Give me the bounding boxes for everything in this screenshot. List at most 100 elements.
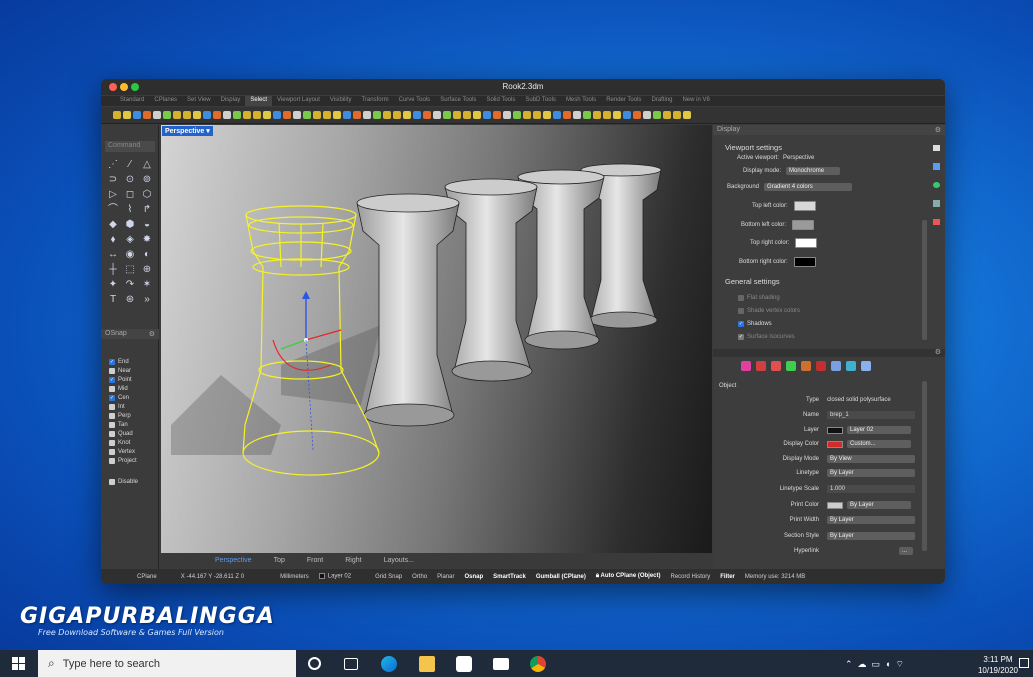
taskbar-search[interactable]: ⌕ Type here to search: [38, 650, 296, 677]
display-color-select[interactable]: Custom...: [847, 440, 911, 448]
osnap-item-int[interactable]: Int: [109, 402, 157, 411]
viewport-tab-right[interactable]: Right: [345, 557, 361, 564]
toolbar-tool-icon[interactable]: [673, 111, 681, 119]
windows-start-icon[interactable]: [12, 657, 25, 670]
toolbar-tool-icon[interactable]: [283, 111, 291, 119]
osnap-item-near[interactable]: Near: [109, 366, 157, 375]
toolbar-tool-icon[interactable]: [233, 111, 241, 119]
viewport-title-tab[interactable]: Perspective ▾: [162, 126, 213, 136]
top-right-color-swatch[interactable]: [795, 238, 818, 248]
osnap-checkbox[interactable]: [109, 412, 115, 419]
close-window-button[interactable]: [109, 83, 117, 91]
display-tab-icon[interactable]: [933, 163, 940, 170]
print-width-select[interactable]: By Layer: [827, 516, 915, 524]
property-page-icon[interactable]: [861, 361, 871, 371]
toolbar-tool-icon[interactable]: [583, 111, 591, 119]
shadows-checkbox[interactable]: ✓: [738, 321, 744, 327]
viewport-tab-perspective[interactable]: Perspective: [215, 557, 252, 564]
tab-transform[interactable]: Transform: [356, 96, 393, 106]
grid-snap-toggle[interactable]: Grid Snap: [375, 574, 402, 580]
system-tray-icons[interactable]: ⌃☁▭◖⌔: [845, 659, 909, 670]
record-history-toggle[interactable]: Record History: [671, 574, 711, 580]
osnap-checkbox[interactable]: [109, 421, 115, 428]
osnap-toggle[interactable]: Osnap: [464, 574, 483, 580]
toolbar-tool-icon[interactable]: [643, 111, 651, 119]
toolbar-tool-icon[interactable]: [443, 111, 451, 119]
property-page-icon[interactable]: [846, 361, 856, 371]
property-page-icon[interactable]: [801, 361, 811, 371]
toolbar-tool-icon[interactable]: [293, 111, 301, 119]
toolbar-tool-icon[interactable]: [193, 111, 201, 119]
osnap-checkbox[interactable]: [109, 403, 115, 410]
modeling-tool-icon[interactable]: ◐: [141, 249, 153, 261]
toolbar-tool-icon[interactable]: [503, 111, 511, 119]
toolbar-tool-icon[interactable]: [243, 111, 251, 119]
tab-select[interactable]: Select: [245, 96, 272, 106]
toolbar-tool-icon[interactable]: [523, 111, 531, 119]
print-color-select[interactable]: By Layer: [847, 501, 911, 509]
display-mode-select[interactable]: Monochrome: [786, 167, 841, 175]
bottom-left-color-swatch[interactable]: [792, 220, 815, 230]
toolbar-tool-icon[interactable]: [333, 111, 341, 119]
modeling-tool-icon[interactable]: ⬡: [141, 189, 153, 201]
toolbar-tool-icon[interactable]: [603, 111, 611, 119]
render-tab-icon[interactable]: [933, 200, 940, 207]
toolbar-tool-icon[interactable]: [563, 111, 571, 119]
toolbar-tool-icon[interactable]: [433, 111, 441, 119]
hyperlink-button[interactable]: ...: [899, 547, 913, 555]
surface-isocurves-checkbox[interactable]: ✓: [738, 334, 744, 340]
toolbar-tool-icon[interactable]: [393, 111, 401, 119]
modeling-tool-icon[interactable]: ↔: [107, 249, 119, 261]
osnap-checkbox[interactable]: ✓: [109, 358, 115, 365]
shade-vertex-colors-checkbox[interactable]: [738, 308, 744, 314]
modeling-tool-icon[interactable]: ⌇: [124, 204, 136, 216]
modeling-tool-icon[interactable]: ↱: [141, 204, 153, 216]
modeling-tool-icon[interactable]: ⬢: [124, 219, 136, 231]
store-icon[interactable]: [456, 656, 472, 672]
osnap-checkbox[interactable]: ✓: [109, 394, 115, 401]
toolbar-tool-icon[interactable]: [213, 111, 221, 119]
tab-set-view[interactable]: Set View: [182, 96, 216, 106]
background-select[interactable]: Gradient 4 colors: [764, 183, 853, 191]
gear-icon[interactable]: ⚙: [149, 330, 155, 338]
linetype-select[interactable]: By Layer: [827, 469, 915, 477]
display-color-swatch[interactable]: [827, 440, 843, 448]
modeling-tool-icon[interactable]: ⋰: [107, 159, 119, 171]
flat-shading-checkbox[interactable]: [738, 295, 744, 301]
modeling-tool-icon[interactable]: ⬚: [124, 264, 136, 276]
tab-new-in-v8[interactable]: New in V8: [677, 96, 714, 106]
tab-display[interactable]: Display: [216, 96, 246, 106]
tab-drafting[interactable]: Drafting: [646, 96, 677, 106]
toolbar-tool-icon[interactable]: [573, 111, 581, 119]
modeling-tool-icon[interactable]: ◒: [141, 219, 153, 231]
toolbar-tool-icon[interactable]: [363, 111, 371, 119]
planar-toggle[interactable]: Planar: [437, 574, 454, 580]
layer-select[interactable]: Layer 02: [847, 426, 911, 434]
auto-cplane-toggle[interactable]: 🔒︎ Auto CPlane (Object): [596, 573, 661, 580]
tab-render-tools[interactable]: Render Tools: [601, 96, 646, 106]
perspective-viewport[interactable]: Perspective ▾: [161, 125, 712, 553]
property-page-icon[interactable]: [816, 361, 826, 371]
toolbar-tool-icon[interactable]: [343, 111, 351, 119]
toolbar-tool-icon[interactable]: [113, 111, 121, 119]
modeling-tool-icon[interactable]: ┼: [107, 264, 119, 276]
osnap-checkbox[interactable]: [109, 439, 115, 446]
cortana-icon[interactable]: [308, 657, 321, 670]
toolbar-tool-icon[interactable]: [303, 111, 311, 119]
osnap-item-project[interactable]: Project: [109, 456, 157, 465]
toolbar-tool-icon[interactable]: [313, 111, 321, 119]
property-page-icon[interactable]: [741, 361, 751, 371]
filter-toggle[interactable]: Filter: [720, 574, 735, 580]
modeling-tool-icon[interactable]: ◈: [124, 234, 136, 246]
tab-subd-tools[interactable]: SubD Tools: [520, 96, 561, 106]
osnap-checkbox[interactable]: [109, 457, 115, 464]
toolbar-tool-icon[interactable]: [663, 111, 671, 119]
tab-mesh-tools[interactable]: Mesh Tools: [561, 96, 601, 106]
display-scrollbar[interactable]: [922, 220, 927, 340]
osnap-item-point[interactable]: ✓ Point: [109, 375, 157, 384]
modeling-tool-icon[interactable]: ✸: [141, 234, 153, 246]
osnap-item-perp[interactable]: Perp: [109, 411, 157, 420]
modeling-tool-icon[interactable]: »: [141, 294, 153, 306]
command-input[interactable]: Command: [105, 141, 155, 152]
tab-viewport-layout[interactable]: Viewport Layout: [272, 96, 325, 106]
